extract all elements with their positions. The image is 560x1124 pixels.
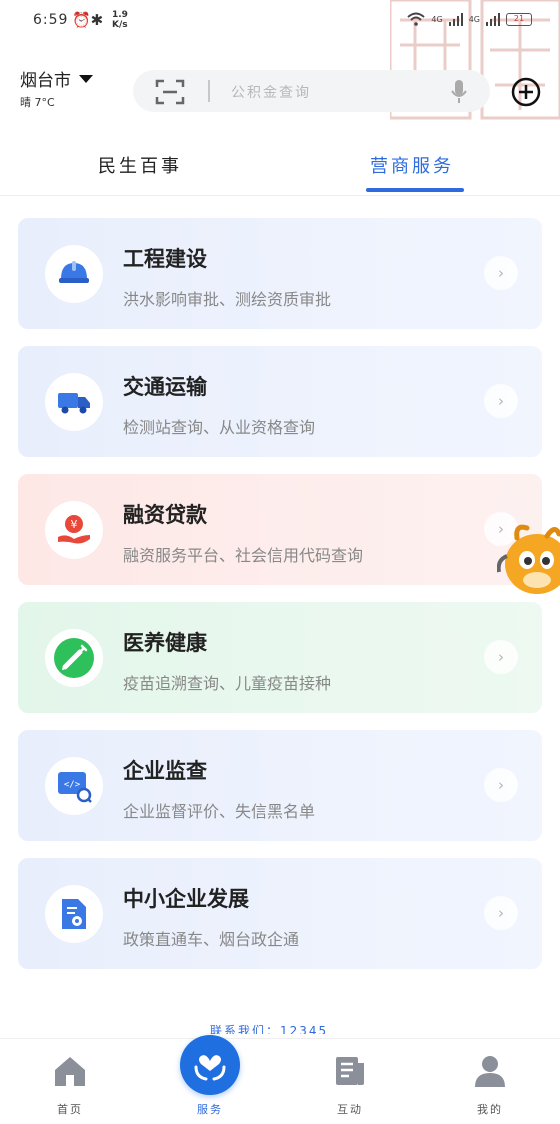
nav-services[interactable]: 服务	[140, 1035, 280, 1124]
tab-business-services[interactable]: 营商服务	[370, 152, 454, 178]
service-card-engineering[interactable]: 工程建设 洪水影响审批、测绘资质审批 ›	[18, 218, 542, 329]
search-bar[interactable]: 公积金查询	[133, 70, 490, 112]
nav-profile[interactable]: 我的	[420, 1039, 560, 1124]
chevron-right-icon[interactable]: ›	[484, 384, 518, 418]
card-icon-wrapper: </>	[45, 757, 103, 815]
svg-text:</>: </>	[64, 780, 81, 790]
home-icon	[55, 1057, 85, 1086]
card-title: 医养健康	[123, 631, 207, 655]
card-title: 融资贷款	[123, 503, 207, 527]
code-monitor-icon: </>	[58, 772, 92, 803]
card-icon-wrapper	[45, 885, 103, 943]
search-placeholder[interactable]: 公积金查询	[231, 82, 311, 102]
card-subtitle: 洪水影响审批、测绘资质审批	[123, 290, 332, 309]
nav-interaction[interactable]: 互动	[280, 1039, 420, 1124]
mascot-assistant-icon[interactable]	[497, 520, 560, 600]
truck-icon	[58, 393, 90, 414]
city-selector[interactable]: 烟台市	[20, 66, 93, 91]
add-circle-icon[interactable]	[510, 76, 542, 108]
nav-label: 互动	[337, 1103, 363, 1116]
chevron-right-icon[interactable]: ›	[484, 640, 518, 674]
microphone-icon[interactable]	[450, 79, 468, 105]
nav-label: 我的	[477, 1103, 503, 1116]
svg-text:¥: ¥	[71, 518, 78, 531]
yuan-hand-icon: ¥	[58, 515, 90, 544]
chevron-right-icon[interactable]: ›	[484, 256, 518, 290]
service-card-healthcare[interactable]: 医养健康 疫苗追溯查询、儿童疫苗接种 ›	[18, 602, 542, 713]
service-card-sme-development[interactable]: 中小企业发展 政策直通车、烟台政企通 ›	[18, 858, 542, 969]
card-subtitle: 融资服务平台、社会信用代码查询	[123, 546, 364, 565]
nav-home[interactable]: 首页	[0, 1039, 140, 1124]
document-gear-icon	[62, 899, 86, 929]
person-icon	[475, 1056, 505, 1087]
weather-text: 晴 7°C	[20, 96, 55, 109]
card-title: 交通运输	[123, 375, 207, 399]
status-time: 6:59	[33, 12, 69, 28]
nav-label: 服务	[197, 1103, 223, 1116]
card-subtitle: 企业监督评价、失信黑名单	[123, 802, 316, 821]
category-tabs: 民生百事 营商服务	[0, 140, 560, 196]
caret-down-icon	[79, 74, 93, 83]
tab-livelihood[interactable]: 民生百事	[98, 152, 182, 178]
card-title: 企业监查	[123, 759, 207, 783]
service-card-list: 工程建设 洪水影响审批、测绘资质审批 › 交通运输 检测站查询、从业资格查询 ›…	[18, 218, 542, 986]
contact-us-link[interactable]: 联系我们：12345	[210, 1022, 328, 1034]
chevron-right-icon[interactable]: ›	[484, 768, 518, 802]
alarm-bluetooth-icons: ⏰✱	[72, 11, 104, 29]
card-icon-wrapper	[45, 245, 103, 303]
card-subtitle: 政策直通车、烟台政企通	[123, 930, 300, 949]
card-title: 工程建设	[123, 247, 207, 271]
service-card-transport[interactable]: 交通运输 检测站查询、从业资格查询 ›	[18, 346, 542, 457]
active-tab-indicator	[366, 188, 464, 192]
service-card-financing[interactable]: ¥ 融资贷款 融资服务平台、社会信用代码查询 ›	[18, 474, 542, 585]
card-subtitle: 检测站查询、从业资格查询	[123, 418, 316, 437]
service-card-enterprise-supervision[interactable]: </> 企业监查 企业监督评价、失信黑名单 ›	[18, 730, 542, 841]
news-icon	[336, 1057, 364, 1085]
city-name: 烟台市	[20, 71, 71, 91]
card-icon-wrapper: ¥	[45, 501, 103, 559]
card-title: 中小企业发展	[123, 887, 249, 911]
helmet-icon	[59, 261, 89, 283]
search-divider	[208, 80, 210, 102]
card-subtitle: 疫苗追溯查询、儿童疫苗接种	[123, 674, 332, 693]
card-icon-wrapper	[45, 629, 103, 687]
card-icon-wrapper	[45, 373, 103, 431]
syringe-icon	[54, 638, 94, 678]
scan-icon[interactable]	[155, 79, 185, 105]
nav-label: 首页	[57, 1103, 83, 1116]
chevron-right-icon[interactable]: ›	[484, 896, 518, 930]
network-speed: 1.9 K/s	[112, 10, 128, 30]
heart-hands-icon	[194, 1055, 226, 1081]
bottom-navigation: 首页 服务 互动 我的	[0, 1035, 560, 1124]
